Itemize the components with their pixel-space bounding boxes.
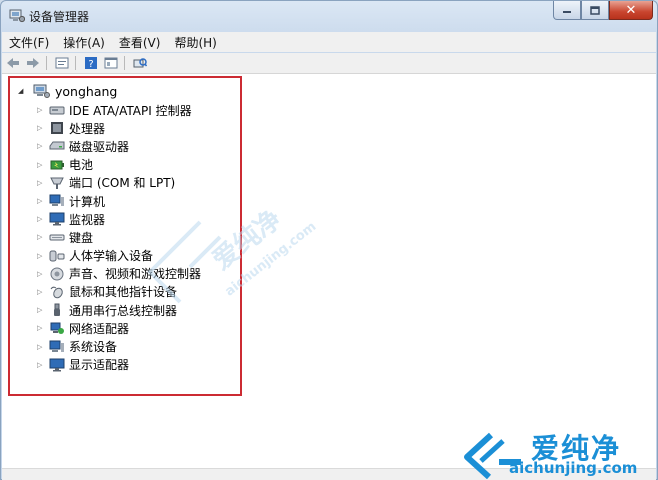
window-title: 设备管理器 — [29, 10, 90, 24]
view-icon — [104, 57, 118, 69]
close-icon: ✕ — [625, 2, 637, 18]
help-icon: ? — [85, 57, 97, 70]
toolbar: ? — [2, 53, 656, 74]
minimize-icon — [563, 11, 571, 13]
minimize-button[interactable] — [553, 1, 581, 20]
scan-hardware-button[interactable] — [131, 55, 149, 71]
help-button[interactable]: ? — [82, 55, 100, 71]
properties-icon — [55, 57, 69, 69]
toolbar-separator — [124, 56, 125, 70]
svg-text:?: ? — [88, 59, 93, 70]
view-button[interactable] — [102, 55, 120, 71]
device-manager-icon — [9, 9, 25, 23]
close-button[interactable]: ✕ — [609, 1, 653, 20]
watermark-brand: 爱纯净 aichunjing.com — [453, 407, 653, 479]
menu-action[interactable]: 操作(A) — [56, 34, 112, 51]
forward-icon — [27, 58, 39, 68]
toolbar-separator — [46, 56, 47, 70]
device-manager-window: 设备管理器 ✕ 文件(F) 操作(A) 查看(V) 帮助(H) ? ◢ yong… — [0, 0, 658, 480]
watermark-logo: 爱纯净 aichunjing.com — [147, 204, 319, 304]
menu-view[interactable]: 查看(V) — [112, 34, 168, 51]
properties-button[interactable] — [53, 55, 71, 71]
back-icon — [7, 58, 19, 68]
watermark-url: aichunjing.com — [509, 459, 638, 477]
maximize-button[interactable] — [581, 1, 609, 20]
toolbar-separator — [75, 56, 76, 70]
forward-button[interactable] — [24, 55, 42, 71]
back-button[interactable] — [4, 55, 22, 71]
maximize-icon — [590, 5, 600, 15]
menu-file[interactable]: 文件(F) — [2, 34, 56, 51]
title-bar[interactable]: 设备管理器 ✕ — [1, 1, 657, 31]
menu-help[interactable]: 帮助(H) — [167, 34, 223, 51]
scan-hardware-icon — [133, 57, 147, 67]
menu-bar: 文件(F) 操作(A) 查看(V) 帮助(H) — [2, 32, 656, 52]
